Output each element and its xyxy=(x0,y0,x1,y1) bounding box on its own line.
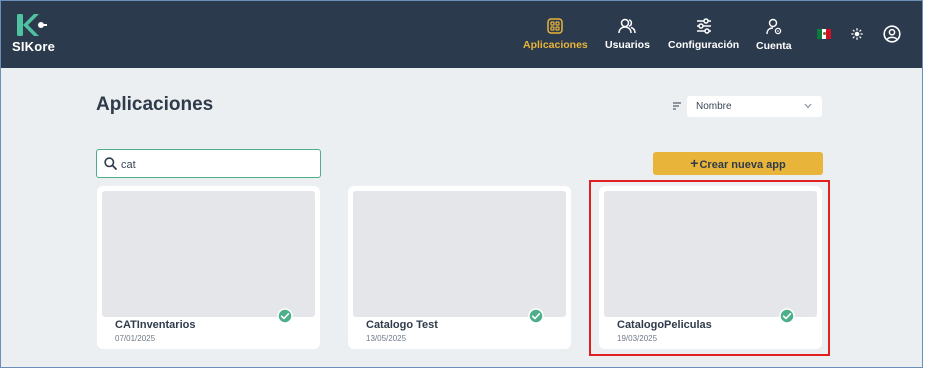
top-navigation-bar: SIKore Aplicaciones Usuarios Configuraci… xyxy=(1,1,922,68)
nav-label: Aplicaciones xyxy=(523,39,588,51)
check-circle-icon xyxy=(779,308,795,324)
nav-item-usuarios[interactable]: Usuarios xyxy=(605,18,650,51)
chevron-down-icon xyxy=(804,103,812,109)
app-card-date: 13/05/2025 xyxy=(366,334,407,343)
nav-label: Usuarios xyxy=(605,39,650,51)
app-card-name: CATInventarios xyxy=(115,319,196,331)
app-card[interactable]: CATInventarios 07/01/2025 xyxy=(97,186,320,349)
sun-icon[interactable] xyxy=(851,28,863,40)
account-gear-icon xyxy=(766,18,782,35)
app-logo[interactable]: SIKore xyxy=(12,11,58,57)
create-app-button[interactable]: +Crear nueva app xyxy=(653,152,823,175)
apps-grid-icon xyxy=(547,18,564,34)
app-card-thumbnail xyxy=(604,191,817,317)
nav-label: Configuración xyxy=(668,39,740,51)
sliders-icon xyxy=(696,18,711,34)
app-window: SIKore Aplicaciones Usuarios Configuraci… xyxy=(0,0,923,368)
check-circle-icon xyxy=(528,308,544,324)
nav-item-cuenta[interactable]: Cuenta xyxy=(756,18,792,52)
app-card-thumbnail xyxy=(353,191,566,317)
nav-item-configuracion[interactable]: Configuración xyxy=(668,18,739,51)
app-card-date: 19/03/2025 xyxy=(617,334,658,343)
sort-icon[interactable] xyxy=(672,101,682,111)
sikore-logo-icon xyxy=(17,14,47,36)
nav-label: Cuenta xyxy=(756,40,792,52)
app-card-name: CatalogoPeliculas xyxy=(617,319,712,331)
search-box xyxy=(96,149,321,178)
sort-select-value: Nombre xyxy=(696,101,732,112)
search-icon xyxy=(104,157,117,170)
user-circle-icon[interactable] xyxy=(883,25,901,43)
app-card[interactable]: CatalogoPeliculas 19/03/2025 xyxy=(599,186,822,349)
plus-icon: + xyxy=(690,155,699,171)
app-card-thumbnail xyxy=(102,191,315,317)
create-app-label: Crear nueva app xyxy=(699,159,786,171)
search-input[interactable] xyxy=(119,154,313,175)
users-icon xyxy=(618,18,637,34)
page-title: Aplicaciones xyxy=(96,94,214,115)
app-card-name: Catalogo Test xyxy=(366,319,438,331)
sort-select[interactable]: Nombre xyxy=(687,96,822,117)
app-card[interactable]: Catalogo Test 13/05/2025 xyxy=(348,186,571,349)
check-circle-icon xyxy=(277,308,293,324)
logo-text: SIKore xyxy=(12,39,56,54)
app-card-date: 07/01/2025 xyxy=(115,334,156,343)
mexico-flag-icon[interactable] xyxy=(817,29,832,39)
nav-item-aplicaciones[interactable]: Aplicaciones xyxy=(523,18,588,51)
